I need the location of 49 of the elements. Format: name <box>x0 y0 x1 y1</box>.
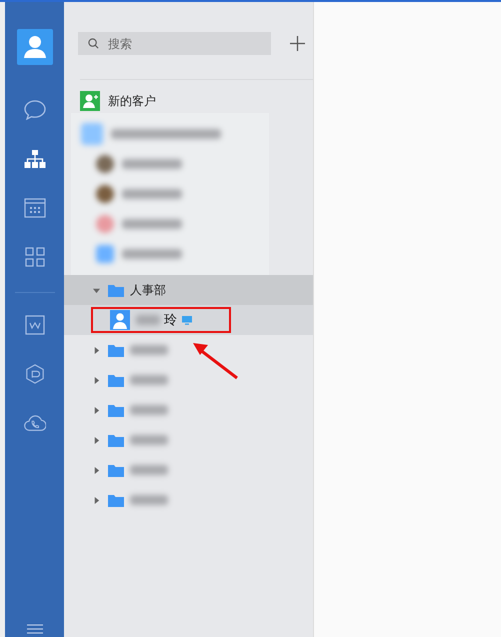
add-contact-icon <box>80 91 100 111</box>
document-icon[interactable] <box>24 315 46 335</box>
department-item[interactable]: 人事部 <box>64 275 313 305</box>
expand-arrow-icon <box>93 406 100 414</box>
blurred-text <box>130 495 168 505</box>
profile-avatar-icon[interactable] <box>16 29 52 65</box>
blurred-avatar <box>96 185 114 203</box>
search-field[interactable]: 搜索 <box>78 32 271 55</box>
chat-icon[interactable] <box>24 100 46 120</box>
blurred-text <box>122 189 182 199</box>
blurred-text <box>130 465 168 475</box>
search-icon <box>88 38 99 49</box>
apps-grid-icon[interactable] <box>24 247 46 267</box>
folder-icon <box>108 374 124 386</box>
expand-arrow-icon <box>93 346 100 354</box>
blurred-avatar <box>96 215 114 233</box>
expand-arrow-icon <box>93 466 100 474</box>
blurred-text <box>136 315 160 325</box>
blurred-avatar <box>96 245 114 263</box>
blurred-avatar <box>96 155 114 173</box>
folder-icon <box>108 404 124 416</box>
new-customers-item[interactable]: 新的客户 <box>64 89 313 113</box>
org-chart-icon[interactable] <box>24 149 46 169</box>
hexagon-icon[interactable] <box>24 364 46 384</box>
department-name: 人事部 <box>130 282 166 298</box>
cloud-phone-icon[interactable] <box>24 413 46 433</box>
expand-arrow-icon <box>93 496 100 504</box>
blurred-avatar <box>81 123 103 145</box>
calendar-icon[interactable] <box>24 198 46 218</box>
folder-icon <box>108 434 124 446</box>
blurred-text <box>130 345 168 355</box>
member-item[interactable]: 玲 <box>64 305 313 335</box>
expand-arrow-icon <box>93 436 100 444</box>
menu-icon[interactable] <box>26 624 42 634</box>
folder-icon <box>108 464 124 476</box>
expand-arrow-icon <box>93 376 100 384</box>
folder-icon <box>108 494 124 506</box>
folder-icon <box>108 284 124 296</box>
blurred-text <box>122 159 182 169</box>
member-name: 玲 <box>164 312 177 329</box>
folder-icon <box>108 344 124 356</box>
blurred-text <box>130 435 168 445</box>
blurred-text <box>122 249 182 259</box>
blurred-text <box>130 375 168 385</box>
expand-arrow-icon <box>93 286 100 294</box>
add-icon[interactable] <box>290 36 305 51</box>
blurred-text <box>122 219 182 229</box>
blurred-text <box>130 405 168 415</box>
person-avatar-icon <box>110 310 130 330</box>
